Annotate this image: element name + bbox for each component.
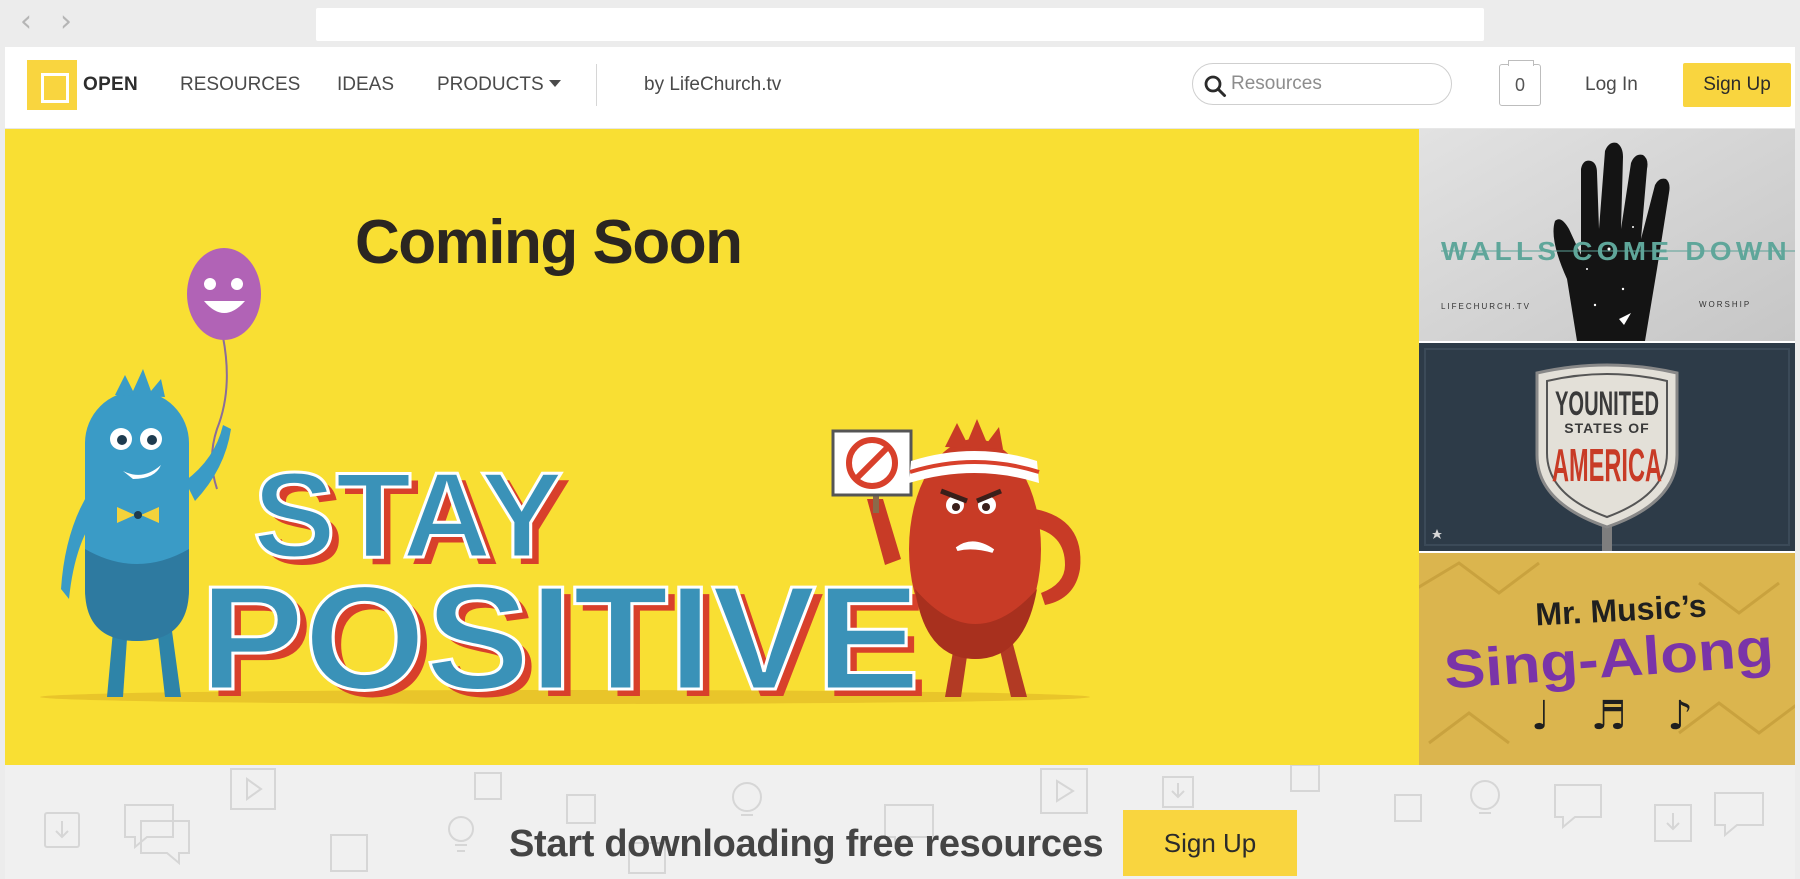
positive-text: POSITIVE: [200, 556, 920, 721]
younited-states-art: YOUNITED STATES OF AMERICA: [1419, 343, 1795, 551]
nav-ideas[interactable]: IDEAS: [337, 74, 394, 96]
walls-left-caption: LIFECHURCH.TV: [1441, 302, 1531, 311]
byline-link[interactable]: by LifeChurch.tv: [644, 74, 781, 96]
nav-resources[interactable]: RESOURCES: [180, 74, 300, 96]
chat-icon-3: [1554, 784, 1602, 830]
open-logo[interactable]: OPEN: [27, 60, 138, 110]
logo-text: OPEN: [83, 74, 139, 95]
walls-title: WALLS COME DOWN: [1441, 236, 1791, 266]
chat-small-icon: [330, 834, 368, 872]
back-arrow-icon[interactable]: ‹: [12, 7, 40, 38]
chat-icon: [124, 804, 174, 850]
lightbulb-icon-3: [1470, 780, 1500, 810]
younited-line2: STATES OF: [1564, 420, 1649, 436]
music-file-icon: [474, 772, 502, 800]
film-icon-2: [1394, 794, 1422, 822]
address-bar[interactable]: [316, 8, 1484, 41]
mr-music-art: Mr. Music’s Sing-Along ♩ ♬ ♪: [1419, 553, 1795, 765]
search-icon[interactable]: [1203, 74, 1227, 98]
lightbulb-icon: [448, 816, 474, 842]
cart-button[interactable]: 0: [1499, 60, 1541, 106]
open-logo-icon: [27, 60, 77, 110]
forward-arrow-icon[interactable]: ›: [52, 7, 80, 38]
login-link[interactable]: Log In: [1585, 74, 1638, 96]
cta-signup-button[interactable]: Sign Up: [1123, 810, 1297, 876]
video-icon: [230, 768, 276, 810]
video-icon-2: [1040, 768, 1088, 814]
music-file-icon-2: [1290, 765, 1320, 792]
walls-right-caption: WORSHIP: [1699, 300, 1751, 309]
younited-states-card[interactable]: YOUNITED STATES OF AMERICA: [1419, 343, 1795, 551]
browser-chrome: ‹ ›: [0, 0, 1800, 46]
chat-icon-4: [1714, 792, 1764, 838]
walls-come-down-card[interactable]: WALLS COME DOWN LIFECHURCH.TV WORSHIP: [1419, 129, 1795, 341]
walls-come-down-art: WALLS COME DOWN LIFECHURCH.TV WORSHIP: [1419, 129, 1795, 341]
hero-banner[interactable]: STAY STAY POSITIVE POSITIVE Coming Soon: [5, 129, 1419, 765]
web-page: OPEN RESOURCES IDEAS PRODUCTS by LifeChu…: [5, 47, 1795, 879]
music-notes-icon: ♩ ♬ ♪: [1531, 693, 1707, 739]
caret-down-icon: [548, 80, 561, 87]
nav-divider: [596, 64, 597, 106]
nav-products-label: PRODUCTS: [437, 74, 544, 95]
search-box: [1192, 63, 1452, 105]
site-header: OPEN RESOURCES IDEAS PRODUCTS by LifeChu…: [5, 47, 1795, 129]
cta-text: Start downloading free resources: [509, 823, 1104, 865]
lightbulb-icon-2: [732, 782, 762, 812]
signup-cta-band: Start downloading free resources Sign Up: [5, 765, 1795, 879]
hero-title: Coming Soon: [355, 208, 743, 277]
mr-music-card[interactable]: Mr. Music’s Sing-Along ♩ ♬ ♪: [1419, 553, 1795, 765]
younited-line1: YOUNITED: [1555, 385, 1659, 423]
film-icon: [566, 794, 596, 824]
nav-products[interactable]: PRODUCTS: [437, 74, 561, 96]
search-input[interactable]: [1231, 70, 1436, 98]
signup-button[interactable]: Sign Up: [1683, 63, 1791, 107]
younited-line3: AMERICA: [1552, 439, 1662, 491]
